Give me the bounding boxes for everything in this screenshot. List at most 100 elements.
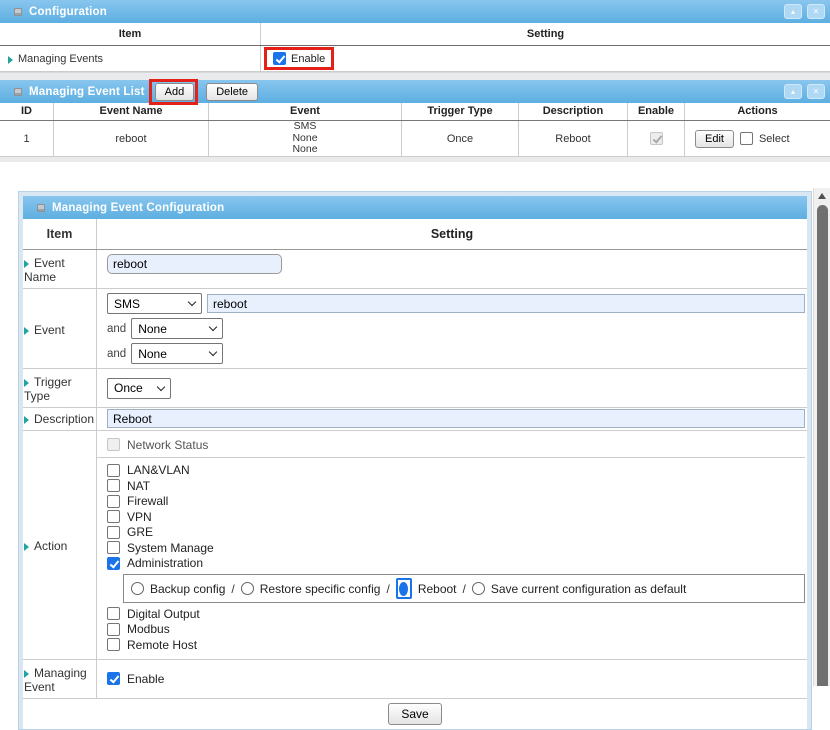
remote-host-checkbox[interactable]	[107, 638, 120, 651]
select-label: Select	[759, 133, 790, 145]
firewall-checkbox[interactable]	[107, 495, 120, 508]
system-manage-label: System Manage	[127, 541, 214, 555]
save-default-option[interactable]: Save current configuration as default	[472, 582, 686, 596]
event-name-label: Event Name	[24, 256, 65, 284]
column-header-event: Event	[208, 103, 401, 120]
radio-icon	[241, 582, 254, 595]
description-input[interactable]: Reboot	[107, 409, 805, 428]
event-config-panel-header: Managing Event Configuration	[23, 196, 807, 219]
lan-vlan-checkbox[interactable]	[107, 464, 120, 477]
event-and-select-2[interactable]: None	[131, 343, 223, 364]
collapse-icon: ▴	[791, 7, 795, 16]
close-button[interactable]: ✕	[807, 84, 825, 99]
event-and-value-1: None	[138, 322, 167, 336]
bullet-arrow-icon	[24, 543, 29, 551]
gre-checkbox[interactable]	[107, 526, 120, 539]
collapse-icon: ▴	[791, 87, 795, 96]
chevron-down-icon	[209, 348, 217, 356]
backup-config-option[interactable]: Backup config	[131, 582, 225, 596]
cell-actions: Edit Select	[684, 121, 830, 156]
column-header-setting: Setting	[97, 219, 807, 249]
event-type-value: SMS	[114, 297, 140, 311]
restore-specific-config-label: Restore specific config	[260, 582, 381, 596]
event-name-input[interactable]: reboot	[107, 254, 282, 274]
close-icon: ✕	[813, 7, 820, 16]
event-config-table-header: Item Setting	[23, 219, 807, 250]
administration-options-group: Backup config / Restore specific config …	[123, 574, 805, 603]
bullet-arrow-icon	[24, 416, 29, 424]
column-header-id: ID	[0, 103, 53, 120]
managing-events-label: Managing Events	[18, 53, 103, 65]
action-row: Action Network Status LAN&VLAN NAT Firew…	[23, 431, 807, 660]
restore-specific-config-option[interactable]: Restore specific config	[241, 582, 381, 596]
managing-event-enable-checkbox[interactable]	[107, 672, 120, 685]
save-row: Save	[23, 699, 807, 729]
event-text-input[interactable]: reboot	[207, 294, 805, 313]
enable-label: Enable	[291, 53, 325, 65]
panel-icon	[14, 8, 22, 16]
managing-event-label: Managing Event	[24, 666, 87, 694]
chevron-down-icon	[157, 382, 165, 390]
event-label: Event	[34, 323, 65, 337]
reboot-label: Reboot	[418, 582, 457, 596]
event-name-row: Event Name reboot	[23, 250, 807, 289]
vpn-checkbox[interactable]	[107, 510, 120, 523]
panel-icon	[37, 204, 45, 212]
gre-label: GRE	[127, 525, 153, 539]
collapse-button[interactable]: ▴	[784, 84, 802, 99]
managing-event-row: Managing Event Enable	[23, 660, 807, 699]
delete-button[interactable]: Delete	[206, 83, 258, 101]
add-button[interactable]: Add	[155, 83, 195, 101]
bullet-arrow-icon	[8, 56, 13, 64]
radio-selected-icon	[396, 578, 412, 599]
cell-enable	[627, 121, 684, 156]
trigger-type-row: Trigger Type Once	[23, 369, 807, 408]
remote-host-label: Remote Host	[127, 638, 197, 652]
and-label: and	[107, 348, 126, 360]
managing-events-enable-checkbox[interactable]	[273, 52, 286, 65]
modbus-checkbox[interactable]	[107, 623, 120, 636]
bullet-arrow-icon	[24, 260, 29, 268]
nat-checkbox[interactable]	[107, 479, 120, 492]
description-label: Description	[34, 412, 94, 426]
edit-button[interactable]: Edit	[695, 130, 734, 148]
event-list-panel-header: Managing Event List Add Delete ▴ ✕	[0, 80, 830, 103]
event-and-select-1[interactable]: None	[131, 318, 223, 339]
bullet-arrow-icon	[24, 379, 29, 387]
digital-output-checkbox[interactable]	[107, 607, 120, 620]
scrollbar-thumb[interactable]	[817, 205, 828, 686]
administration-label: Administration	[127, 556, 203, 570]
trigger-type-label: Trigger Type	[24, 375, 72, 403]
column-header-item: Item	[0, 23, 260, 45]
scroll-up-button[interactable]	[814, 188, 830, 204]
system-manage-checkbox[interactable]	[107, 541, 120, 554]
separator: /	[463, 582, 466, 596]
save-button[interactable]: Save	[388, 703, 441, 725]
bullet-arrow-icon	[24, 327, 29, 335]
separator: /	[231, 582, 234, 596]
description-row: Description Reboot	[23, 408, 807, 431]
select-checkbox[interactable]	[740, 132, 753, 145]
managing-event-configuration-panel: Managing Event Configuration Item Settin…	[18, 191, 812, 730]
column-header-enable: Enable	[627, 103, 684, 120]
trigger-type-select[interactable]: Once	[107, 378, 171, 399]
backup-config-label: Backup config	[150, 582, 225, 596]
managing-events-row: Managing Events Enable	[0, 46, 830, 72]
enable-label: Enable	[127, 672, 164, 686]
reboot-option[interactable]: Reboot	[396, 578, 457, 599]
digital-output-label: Digital Output	[127, 607, 200, 621]
event-row: Event SMS reboot and None and None	[23, 289, 807, 369]
administration-checkbox[interactable]	[107, 557, 120, 570]
column-header-item: Item	[23, 219, 97, 249]
save-default-label: Save current configuration as default	[491, 582, 686, 596]
panel-footer	[0, 72, 830, 80]
chevron-down-icon	[188, 298, 196, 306]
close-button[interactable]: ✕	[807, 4, 825, 19]
collapse-button[interactable]: ▴	[784, 4, 802, 19]
and-label: and	[107, 323, 126, 335]
event-line: None	[292, 144, 317, 156]
modbus-label: Modbus	[127, 622, 170, 636]
event-type-select[interactable]: SMS	[107, 293, 202, 314]
column-header-event-name: Event Name	[53, 103, 208, 120]
column-header-setting: Setting	[260, 23, 830, 45]
